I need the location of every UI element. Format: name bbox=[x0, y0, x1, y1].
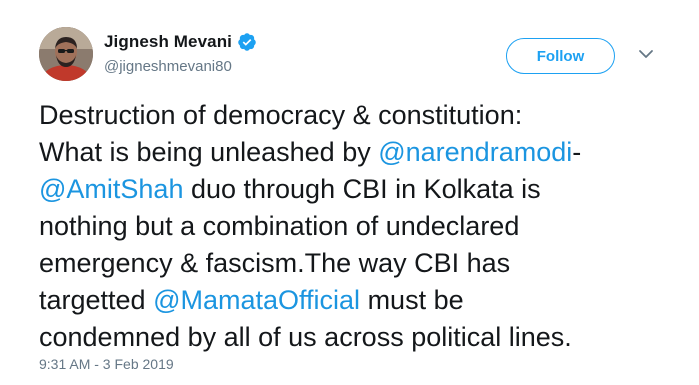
author-handle[interactable]: @jigneshmevani80 bbox=[104, 58, 232, 75]
author-display-name[interactable]: Jignesh Mevani bbox=[104, 32, 232, 52]
mention-link[interactable]: @MamataOfficial bbox=[153, 285, 360, 315]
tweet-text-segment: emergency & fascism.The way CBI has bbox=[39, 248, 511, 278]
follow-button[interactable]: Follow bbox=[506, 38, 615, 74]
tweet-line: condemned by all of us across political … bbox=[39, 319, 679, 356]
mention-link[interactable]: @narendramodi bbox=[378, 137, 572, 167]
author-name-row: Jignesh Mevani bbox=[104, 31, 257, 53]
chevron-down-icon[interactable] bbox=[637, 47, 655, 61]
tweet-line: What is being unleashed by @narendramodi… bbox=[39, 134, 679, 171]
verified-badge-icon bbox=[237, 32, 257, 52]
mention-link[interactable]: @AmitShah bbox=[39, 174, 183, 204]
tweet-line: nothing but a combination of undeclared bbox=[39, 208, 679, 245]
tweet-card: Jignesh Mevani @jigneshmevani80 Follow D… bbox=[0, 0, 699, 385]
tweet-text-segment: condemned by all of us across political … bbox=[39, 322, 572, 352]
tweet-text-segment: What is being unleashed by bbox=[39, 137, 379, 167]
tweet-timestamp[interactable]: 9:31 AM - 3 Feb 2019 bbox=[39, 356, 174, 372]
tweet-text-segment: targetted bbox=[39, 285, 154, 315]
tweet-line: targetted @MamataOfficial must be bbox=[39, 282, 679, 319]
tweet-text-segment: duo through CBI in Kolkata is bbox=[183, 174, 541, 204]
tweet-text-segment: nothing but a combination of undeclared bbox=[39, 211, 520, 241]
tweet-text-segment: Destruction of democracy & constitution: bbox=[39, 100, 523, 130]
tweet-text-segment: must be bbox=[360, 285, 464, 315]
tweet-line: @AmitShah duo through CBI in Kolkata is bbox=[39, 171, 679, 208]
tweet-text-segment: - bbox=[572, 137, 582, 167]
tweet-line: emergency & fascism.The way CBI has bbox=[39, 245, 679, 282]
tweet-line: Destruction of democracy & constitution: bbox=[39, 97, 679, 134]
tweet-text: Destruction of democracy & constitution:… bbox=[39, 97, 679, 356]
avatar[interactable] bbox=[39, 27, 93, 81]
